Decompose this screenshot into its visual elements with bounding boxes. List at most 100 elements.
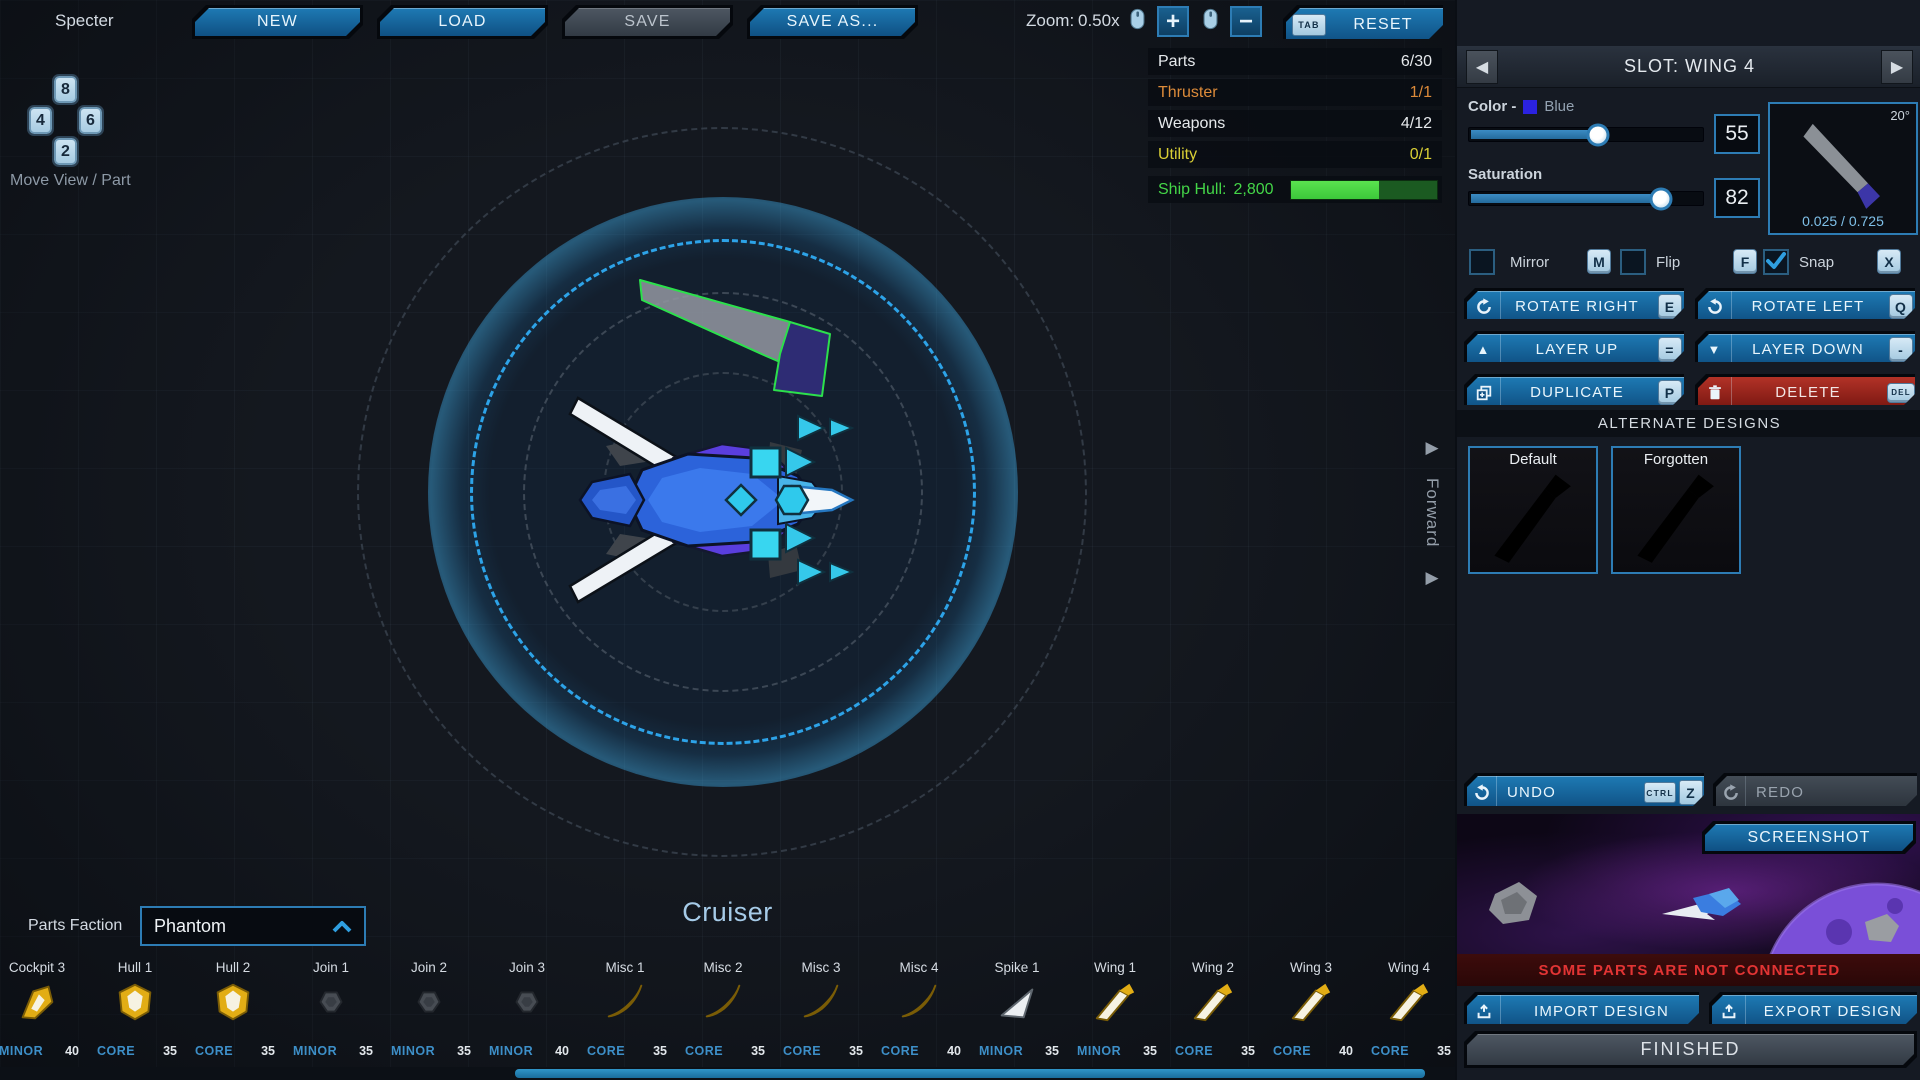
part-editor-panel: SLOT: WING 4 ◀ ▶ Color - Blue 55 Saturat… [1455,0,1920,1080]
part-tier: MINOR [0,1044,43,1058]
ship-render[interactable] [540,250,960,620]
part-item[interactable]: Hull 2 [184,956,282,1062]
parts-faction-label: Parts Faction [28,917,122,935]
redo-button[interactable]: REDO [1713,773,1917,806]
part-cost: 35 [1437,1044,1451,1058]
part-cost: 40 [555,1044,569,1058]
duplicate-button[interactable]: DUPLICATE P [1464,374,1684,405]
part-name: Misc 4 [870,960,968,975]
triangle-down-icon: ▼ [1698,334,1732,365]
part-cost: 40 [65,1044,79,1058]
slot-prev-button[interactable]: ◀ [1466,50,1498,84]
parts-scrollbar-track[interactable] [0,1067,1455,1080]
held-part-wing [640,280,830,396]
rotate-right-button[interactable]: ROTATE RIGHT E [1464,288,1684,319]
part-icon [14,979,60,1025]
hue-value-box[interactable]: 55 [1714,114,1760,154]
stat-value: 0/1 [1410,146,1432,164]
part-tier: CORE [1273,1044,1311,1058]
part-item[interactable]: Misc 1 [576,956,674,1062]
hull-label: Ship Hull: [1148,181,1226,199]
part-item[interactable]: Wing 1 [1066,956,1164,1062]
design-thumbnail [1623,462,1731,570]
finished-button[interactable]: FINISHED [1464,1031,1917,1068]
part-cost: 35 [751,1044,765,1058]
forward-label: Forward [1422,478,1442,547]
part-item[interactable]: Spike 1 [968,956,1066,1062]
hue-slider-thumb[interactable] [1586,123,1609,146]
zoom-label: Zoom: [1026,11,1074,31]
part-item[interactable]: Wing 4 [1360,956,1458,1062]
rotate-left-key: Q [1889,294,1913,319]
save-as-button[interactable]: SAVE AS... [747,5,918,39]
part-cost: 35 [261,1044,275,1058]
ctrl-key: CTRL [1644,782,1676,803]
stat-label: Thruster [1158,84,1218,102]
reset-view-button[interactable]: TAB RESET [1283,5,1443,39]
slot-next-button[interactable]: ▶ [1881,50,1913,84]
delete-button[interactable]: DELETE DEL [1695,374,1915,405]
part-item[interactable]: Join 3 [478,956,576,1062]
layer-up-key: = [1658,337,1682,362]
part-icon [1092,979,1138,1025]
flip-label: Flip [1656,254,1680,271]
part-cost: 35 [1045,1044,1059,1058]
mirror-checkbox[interactable] [1469,249,1495,275]
part-tier: CORE [881,1044,919,1058]
part-item[interactable]: Misc 4 [870,956,968,1062]
alternate-design-card[interactable]: Default [1468,446,1598,574]
part-item[interactable]: Wing 3 [1262,956,1360,1062]
layer-up-button[interactable]: ▲ LAYER UP = [1464,331,1684,362]
part-tier: MINOR [391,1044,435,1058]
part-cost: 35 [1143,1044,1157,1058]
undo-icon [1473,784,1491,802]
alternate-design-card[interactable]: Forgotten [1611,446,1741,574]
zoom-out-button[interactable]: − [1230,6,1262,37]
selected-part-preview: 20° 0.025 / 0.725 [1768,102,1918,235]
hull-value: 2,800 [1226,181,1273,199]
parts-warning-banner: SOME PARTS ARE NOT CONNECTED [1457,954,1920,986]
duplicate-key: P [1658,380,1682,405]
snap-checkbox[interactable] [1763,249,1789,275]
part-icon [504,979,550,1025]
new-button[interactable]: NEW [192,5,363,39]
numpad-6-key: 6 [79,107,102,134]
part-item[interactable]: Hull 1 [86,956,184,1062]
parts-faction-dropdown[interactable]: Phantom [140,906,366,946]
saturation-value-box[interactable]: 82 [1714,178,1760,218]
mouse-scroll-up-icon [1130,8,1145,30]
part-item[interactable]: Misc 3 [772,956,870,1062]
part-item[interactable]: Join 1 [282,956,380,1062]
save-button[interactable]: SAVE [562,5,733,39]
mirror-key: M [1587,249,1611,274]
faction-value: Phantom [154,916,226,937]
tab-key: TAB [1292,14,1326,36]
part-tier: CORE [1371,1044,1409,1058]
part-item[interactable]: Wing 2 [1164,956,1262,1062]
saturation-slider-thumb[interactable] [1649,187,1672,210]
color-name: Blue [1544,98,1574,115]
screenshot-button[interactable]: SCREENSHOT [1702,821,1916,854]
part-item[interactable]: Join 2 [380,956,478,1062]
part-tier: CORE [1175,1044,1213,1058]
delete-key: DEL [1887,383,1915,403]
load-button[interactable]: LOAD [377,5,548,39]
part-cost: 35 [1241,1044,1255,1058]
rotate-left-button[interactable]: ROTATE LEFT Q [1695,288,1915,319]
part-name: Join 2 [380,960,478,975]
zoom-in-button[interactable]: + [1157,6,1189,37]
hue-slider[interactable] [1468,127,1704,142]
flip-checkbox[interactable] [1620,249,1646,275]
part-cost: 40 [1339,1044,1353,1058]
part-icon [112,979,158,1025]
saturation-slider[interactable] [1468,191,1704,206]
import-design-button[interactable]: IMPORT DESIGN [1464,992,1699,1024]
part-item[interactable]: Cockpit 3 [0,956,86,1062]
undo-button[interactable]: UNDO CTRL Z [1464,773,1704,806]
export-design-button[interactable]: EXPORT DESIGN [1709,992,1917,1024]
part-preview-image [1784,116,1904,221]
parts-scrollbar-thumb[interactable] [515,1069,1425,1078]
part-icon [798,979,844,1025]
layer-down-button[interactable]: ▼ LAYER DOWN - [1695,331,1915,362]
part-item[interactable]: Misc 2 [674,956,772,1062]
